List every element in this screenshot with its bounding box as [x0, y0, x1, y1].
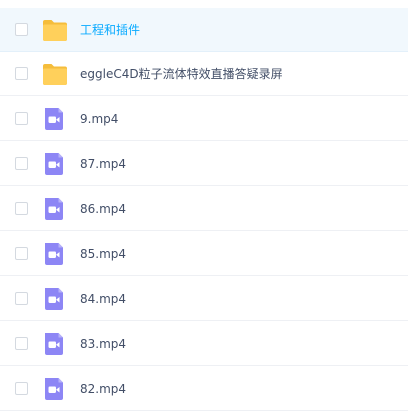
- file-row[interactable]: 83.mp4: [0, 322, 408, 366]
- file-row[interactable]: eggleC4D粒子流体特效直播答疑录屏: [0, 52, 408, 96]
- file-row[interactable]: 82.mp4: [0, 367, 408, 411]
- row-checkbox[interactable]: [15, 246, 28, 260]
- file-name[interactable]: 82.mp4: [80, 381, 126, 397]
- file-name[interactable]: 84.mp4: [80, 291, 126, 307]
- video-file-icon: [42, 152, 68, 176]
- file-name[interactable]: 工程和插件: [80, 22, 140, 38]
- row-checkbox[interactable]: [15, 291, 28, 305]
- file-name[interactable]: eggleC4D粒子流体特效直播答疑录屏: [80, 66, 283, 82]
- file-row[interactable]: 87.mp4: [0, 142, 408, 186]
- file-name[interactable]: 86.mp4: [80, 201, 126, 217]
- file-name[interactable]: 87.mp4: [80, 156, 126, 172]
- row-checkbox[interactable]: [15, 66, 28, 80]
- file-row[interactable]: 85.mp4: [0, 232, 408, 276]
- video-file-icon: [42, 197, 68, 221]
- row-checkbox[interactable]: [15, 156, 28, 170]
- folder-icon: [42, 18, 68, 42]
- video-file-icon: [42, 242, 68, 266]
- row-checkbox[interactable]: [15, 22, 28, 36]
- file-row[interactable]: 工程和插件: [0, 8, 408, 52]
- row-checkbox[interactable]: [15, 336, 28, 350]
- row-checkbox[interactable]: [15, 381, 28, 395]
- row-checkbox[interactable]: [15, 201, 28, 215]
- file-row[interactable]: 86.mp4: [0, 187, 408, 231]
- video-file-icon: [42, 287, 68, 311]
- row-checkbox[interactable]: [15, 111, 28, 125]
- video-file-icon: [42, 107, 68, 131]
- file-name[interactable]: 9.mp4: [80, 111, 118, 127]
- file-name[interactable]: 85.mp4: [80, 246, 126, 262]
- file-name[interactable]: 83.mp4: [80, 336, 126, 352]
- file-row[interactable]: 84.mp4: [0, 277, 408, 321]
- file-row[interactable]: 9.mp4: [0, 97, 408, 141]
- video-file-icon: [42, 377, 68, 401]
- file-list: 工程和插件 eggleC4D粒子流体特效直播答疑录屏 9.mp4 87.mp4 …: [0, 0, 408, 419]
- video-file-icon: [42, 332, 68, 356]
- folder-icon: [42, 62, 68, 86]
